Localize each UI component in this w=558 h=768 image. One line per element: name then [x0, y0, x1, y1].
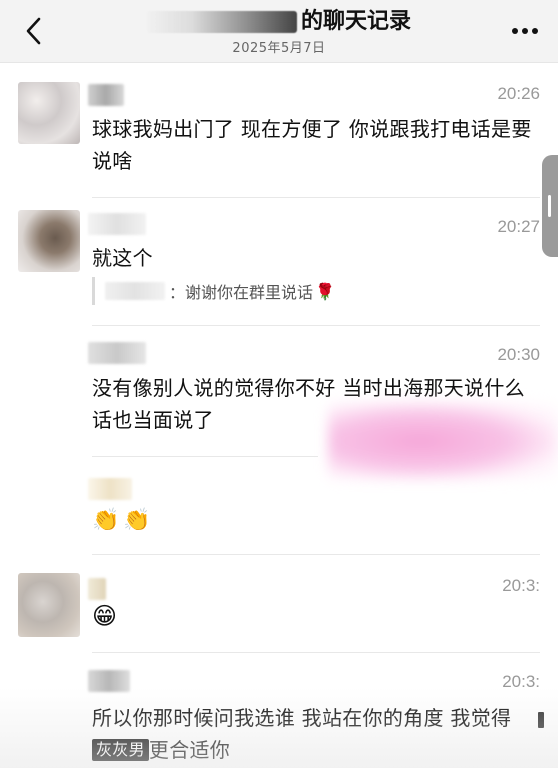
message-text: 就这个 [92, 246, 153, 270]
more-button[interactable] [510, 18, 540, 44]
clapping-emoji: 👏 [123, 508, 151, 533]
rose-emoji: 🌹 [315, 281, 335, 301]
chat-record-header: 的聊天记录 2025年5月7日 [0, 0, 558, 63]
highlight-tag: 灰灰男 [92, 739, 149, 761]
quoted-sender-name [105, 282, 165, 300]
record-date: 2025年5月7日 [232, 41, 326, 56]
sender-name [88, 578, 106, 600]
sender-name [88, 84, 124, 106]
avatar[interactable] [18, 573, 80, 637]
redacted-sticker [328, 402, 558, 480]
quoted-message[interactable]: ：谢谢你在群里说话 🌹 [92, 277, 335, 305]
clapping-emoji: 👏 [92, 508, 120, 533]
sender-name [88, 478, 132, 500]
message-text: 球球我妈出门了 现在方便了 你说跟我打电话是要说啥 [92, 117, 532, 173]
message-text: 所以你那时候问我选谁 我站在你的角度 我觉得灰灰男 更合适你 [92, 702, 542, 766]
avatar[interactable] [18, 210, 80, 272]
page-title: 的聊天记录 [146, 8, 411, 36]
message-time: 20:3: [502, 576, 540, 595]
message-text-part: 更合适你 [148, 738, 231, 762]
sender-name [88, 213, 146, 235]
message-divider [92, 456, 318, 457]
message-time: 20:27 [497, 217, 540, 236]
sender-name [88, 670, 130, 692]
message-divider [92, 197, 540, 198]
emoji-row: 😁 [92, 602, 117, 630]
redacted-contact-name [146, 11, 297, 33]
emoji-row: 👏 👏 [92, 508, 151, 533]
message-time: 20:3: [502, 672, 540, 691]
more-dots-icon [512, 28, 538, 34]
message-text-part: 所以你那时候问我选谁 我站在你的角度 我觉得 [92, 706, 512, 730]
message-divider [92, 554, 540, 555]
scroll-handle[interactable] [542, 155, 558, 257]
grinning-emoji: 😁 [92, 602, 118, 630]
quoted-text: ：谢谢你在群里说话 [169, 283, 314, 302]
title-suffix: 的聊天记录 [300, 9, 411, 34]
edge-marker [538, 712, 544, 728]
message-divider [92, 325, 540, 326]
message-time: 20:26 [497, 84, 540, 103]
sender-name [88, 342, 146, 364]
avatar[interactable] [18, 82, 80, 144]
message-time: 20:30 [497, 345, 540, 364]
message-divider [92, 652, 540, 653]
